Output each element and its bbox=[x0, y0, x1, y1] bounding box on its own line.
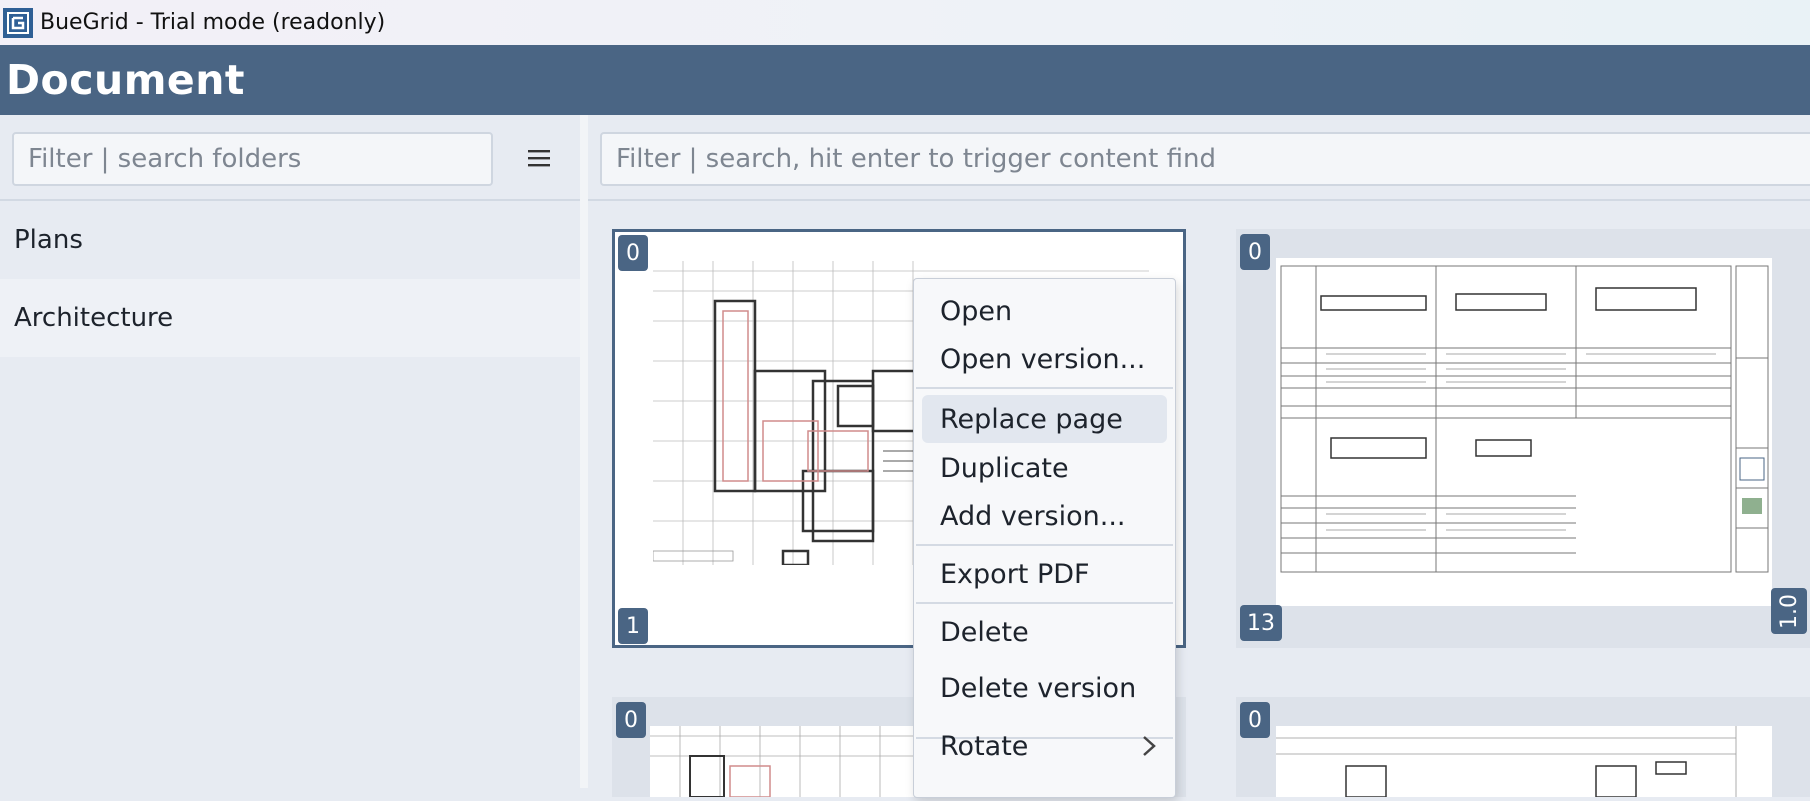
top-count-badge: 0 bbox=[1240, 234, 1270, 270]
badge-value: 0 bbox=[1248, 707, 1262, 733]
badge-value: 1 bbox=[626, 613, 640, 639]
badge-value: 0 bbox=[1248, 239, 1262, 265]
menu-item-label: Duplicate bbox=[940, 452, 1069, 484]
schedule-sheet-thumbnail bbox=[1276, 258, 1772, 606]
chevron-right-icon bbox=[1143, 736, 1156, 756]
menu-item-open[interactable]: Open bbox=[922, 287, 1167, 335]
folder-search-bar bbox=[0, 115, 580, 201]
pane-splitter[interactable] bbox=[580, 115, 588, 788]
menu-item-export-pdf[interactable]: Export PDF bbox=[922, 550, 1167, 598]
page-title: Document bbox=[6, 56, 246, 104]
document-card[interactable]: 0 bbox=[1236, 697, 1810, 798]
context-menu: Open Open version... Replace page Duplic… bbox=[913, 278, 1176, 798]
menu-separator bbox=[916, 544, 1173, 546]
menu-item-label: Rotate bbox=[940, 730, 1029, 762]
folder-search-input[interactable] bbox=[12, 132, 493, 186]
plan-thumbnail bbox=[1276, 726, 1772, 798]
page-header: Document bbox=[0, 45, 1810, 115]
app-logo-icon bbox=[3, 7, 33, 38]
content-search-input[interactable] bbox=[600, 132, 1810, 186]
documents-pane: 0 1 bbox=[588, 115, 1810, 798]
sidebar-item-plans[interactable]: Plans bbox=[0, 201, 580, 279]
menu-item-add-version[interactable]: Add version... bbox=[922, 492, 1167, 540]
menu-item-rotate[interactable]: Rotate bbox=[922, 722, 1167, 770]
sidebar-item-label: Architecture bbox=[14, 303, 174, 333]
hamburger-menu-icon[interactable] bbox=[524, 143, 554, 173]
top-count-badge: 0 bbox=[616, 702, 646, 738]
menu-item-label: Open version... bbox=[940, 343, 1146, 375]
badge-value: 0 bbox=[624, 707, 638, 733]
document-card[interactable]: 0 13 1.0 bbox=[1236, 229, 1810, 648]
badge-value: 1.0 bbox=[1776, 593, 1802, 629]
page-count-badge: 1 bbox=[618, 608, 648, 644]
menu-separator bbox=[916, 387, 1173, 389]
window-title: BueGrid - Trial mode (readonly) bbox=[40, 10, 386, 35]
top-count-badge: 0 bbox=[1240, 702, 1270, 738]
menu-item-replace-page[interactable]: Replace page bbox=[922, 395, 1167, 443]
menu-item-duplicate[interactable]: Duplicate bbox=[922, 444, 1167, 492]
sidebar-item-label: Plans bbox=[14, 225, 83, 255]
menu-item-delete-version[interactable]: Delete version bbox=[922, 664, 1167, 712]
menu-item-label: Open bbox=[940, 295, 1013, 327]
badge-value: 0 bbox=[626, 240, 640, 266]
menu-item-label: Delete bbox=[940, 616, 1029, 648]
title-bar: BueGrid - Trial mode (readonly) bbox=[0, 0, 1810, 45]
content-search-bar bbox=[588, 115, 1810, 201]
menu-item-label: Add version... bbox=[940, 500, 1126, 532]
menu-item-delete[interactable]: Delete bbox=[922, 608, 1167, 656]
sidebar-item-architecture[interactable]: Architecture bbox=[0, 279, 580, 357]
badge-value: 13 bbox=[1247, 610, 1275, 636]
version-badge: 1.0 bbox=[1771, 588, 1807, 634]
page-count-badge: 13 bbox=[1240, 605, 1282, 641]
menu-item-label: Replace page bbox=[940, 403, 1123, 435]
menu-separator bbox=[916, 602, 1173, 604]
menu-item-open-version[interactable]: Open version... bbox=[922, 335, 1167, 383]
menu-item-label: Delete version bbox=[940, 672, 1137, 704]
folder-sidebar: Plans Architecture bbox=[0, 115, 580, 788]
menu-item-label: Export PDF bbox=[940, 558, 1090, 590]
top-count-badge: 0 bbox=[618, 235, 648, 271]
